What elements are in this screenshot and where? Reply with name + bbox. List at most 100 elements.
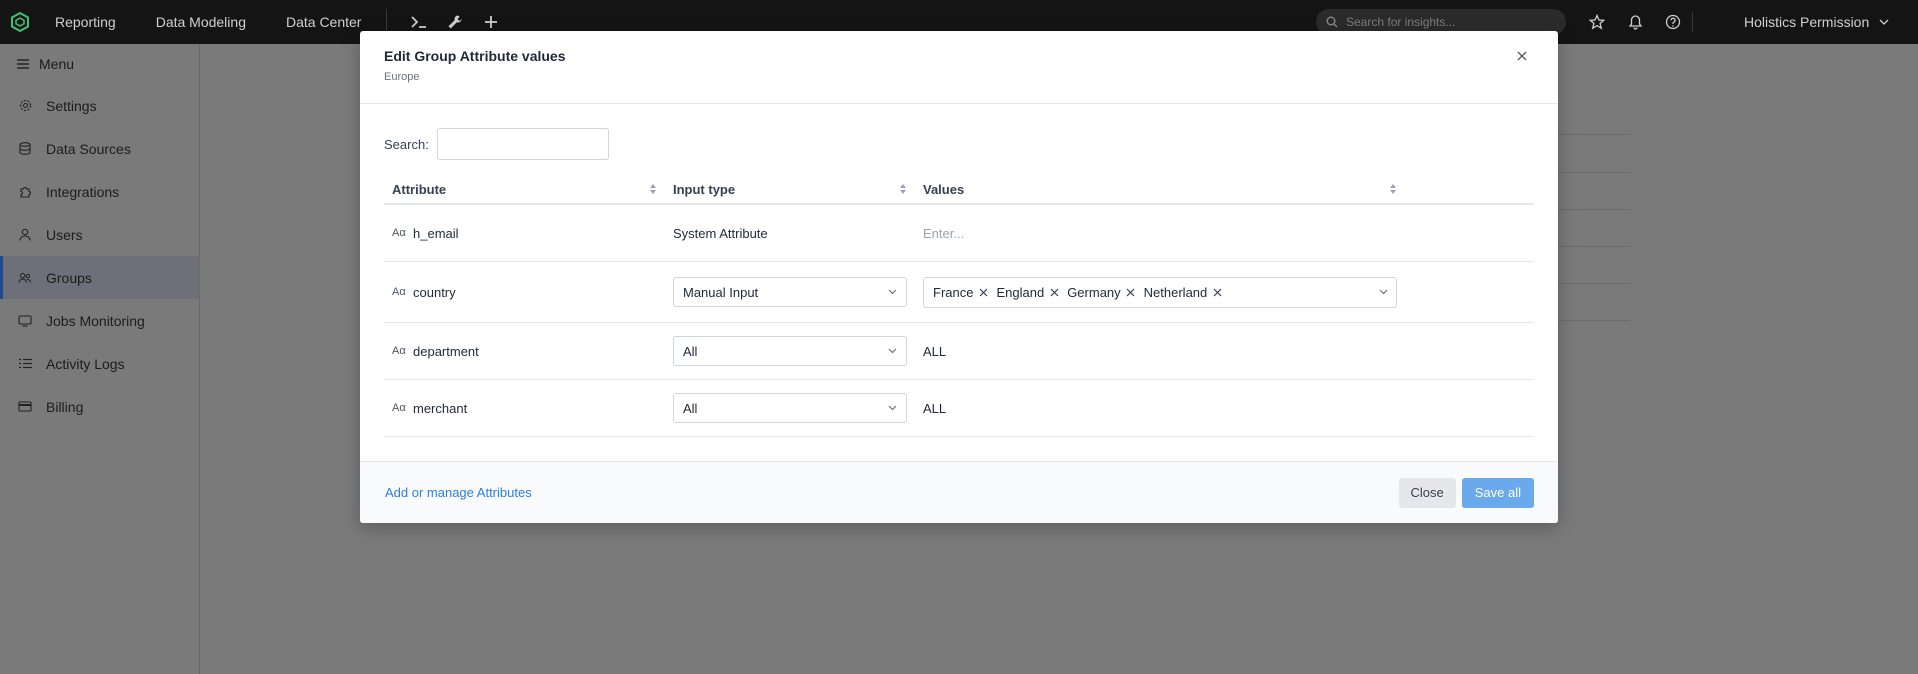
sort-icon — [650, 184, 656, 194]
value-tag: England — [996, 285, 1059, 300]
help-icon[interactable] — [1654, 0, 1692, 44]
workspace-name: Holistics Permission — [1744, 14, 1870, 30]
nav-data-modeling[interactable]: Data Modeling — [156, 14, 246, 30]
value-text: ALL — [923, 400, 947, 416]
sidebar-item-settings[interactable]: Settings — [0, 84, 199, 127]
sidebar-item-label: Users — [46, 226, 83, 243]
workspace-switcher[interactable]: Holistics Permission — [1744, 0, 1889, 44]
puzzle-icon — [18, 185, 32, 199]
table-row: Aα department All ALL — [384, 323, 1534, 380]
select-value: All — [683, 400, 698, 416]
text-type-icon: Aα — [392, 286, 406, 298]
attribute-name: department — [413, 343, 479, 359]
monitor-icon — [18, 314, 32, 328]
search-label: Search: — [384, 136, 429, 152]
table-row: Aα merchant All ALL — [384, 380, 1534, 437]
value-tag: France — [933, 285, 988, 300]
value-text: ALL — [923, 343, 947, 359]
value-tag: Netherland — [1144, 285, 1223, 300]
remove-tag-icon[interactable] — [1126, 287, 1136, 297]
remove-tag-icon[interactable] — [1212, 287, 1222, 297]
chevron-down-icon — [888, 405, 897, 411]
modal-subtitle: Europe — [384, 71, 420, 83]
table-header: Attribute Input type Values — [384, 175, 1534, 205]
sort-icon — [1390, 184, 1396, 194]
sidebar-item-label: Groups — [46, 269, 92, 286]
sort-icon — [900, 184, 906, 194]
sidebar-menu-toggle[interactable]: Menu — [0, 44, 199, 84]
attribute-name: country — [413, 284, 456, 300]
select-value: All — [683, 343, 698, 359]
close-button[interactable]: Close — [1398, 477, 1456, 508]
sidebar-item-activity-logs[interactable]: Activity Logs — [0, 342, 199, 385]
sidebar-item-groups[interactable]: Groups — [0, 256, 199, 299]
tag-label: England — [996, 284, 1045, 300]
remove-tag-icon[interactable] — [1049, 287, 1059, 297]
chevron-down-icon — [888, 289, 897, 295]
value-input[interactable]: Enter... — [923, 226, 964, 241]
chevron-down-icon[interactable] — [1379, 289, 1388, 295]
sidebar-item-data-sources[interactable]: Data Sources — [0, 127, 199, 170]
sidebar-item-integrations[interactable]: Integrations — [0, 170, 199, 213]
settings-sidebar: Menu Settings Data Sources Integrations … — [0, 44, 200, 674]
tag-label: Netherland — [1143, 284, 1208, 300]
input-type-select[interactable]: Manual Input — [673, 277, 907, 307]
column-header-values[interactable]: Values — [915, 174, 1405, 204]
input-type-select[interactable]: All — [673, 336, 907, 366]
save-all-button[interactable]: Save all — [1461, 477, 1534, 508]
holistics-logo-icon[interactable] — [0, 0, 40, 44]
chevron-down-icon — [1879, 19, 1889, 25]
sidebar-item-label: Billing — [46, 398, 84, 415]
sidebar-item-label: Integrations — [46, 183, 120, 200]
global-search-placeholder: Search for insights... — [1346, 15, 1456, 29]
column-header-input-type[interactable]: Input type — [665, 174, 915, 204]
sidebar-item-jobs-monitoring[interactable]: Jobs Monitoring — [0, 299, 199, 342]
input-type-text: System Attribute — [673, 225, 768, 241]
gear-icon — [18, 99, 32, 113]
nav-data-center[interactable]: Data Center — [286, 14, 361, 30]
close-icon[interactable] — [1514, 48, 1530, 64]
column-header-attribute[interactable]: Attribute — [384, 174, 665, 204]
modal-title: Edit Group Attribute values — [384, 48, 566, 64]
bell-icon[interactable] — [1616, 0, 1654, 44]
sidebar-item-billing[interactable]: Billing — [0, 385, 199, 428]
search-icon — [1326, 16, 1338, 28]
group-icon — [18, 271, 32, 285]
star-icon[interactable] — [1578, 0, 1616, 44]
top-divider — [1692, 12, 1693, 32]
text-type-icon: Aα — [392, 402, 406, 414]
attribute-name: merchant — [413, 400, 468, 416]
column-header-label: Values — [923, 181, 965, 197]
table-row: Aα country Manual Input France England G… — [384, 262, 1534, 323]
remove-tag-icon[interactable] — [978, 287, 988, 297]
sidebar-menu-label: Menu — [39, 56, 75, 72]
attribute-name: h_email — [413, 225, 459, 241]
list-icon — [18, 357, 32, 371]
modal-body: Search: Attribute Input type Values Aα h… — [360, 104, 1558, 461]
manage-attributes-link[interactable]: Add or manage Attributes — [385, 485, 532, 500]
tag-label: Germany — [1067, 284, 1121, 300]
text-type-icon: Aα — [392, 345, 406, 357]
select-value: Manual Input — [683, 284, 759, 300]
database-icon — [18, 142, 32, 156]
text-type-icon: Aα — [392, 227, 406, 239]
column-header-label: Attribute — [392, 181, 447, 197]
column-header-label: Input type — [673, 181, 736, 197]
sidebar-item-users[interactable]: Users — [0, 213, 199, 256]
sidebar-item-label: Settings — [46, 97, 97, 114]
values-multiselect[interactable]: France England Germany Netherland — [923, 276, 1397, 308]
tag-label: France — [933, 284, 974, 300]
hamburger-icon — [17, 59, 29, 69]
sidebar-item-label: Jobs Monitoring — [46, 312, 145, 329]
attribute-search-input[interactable] — [436, 128, 609, 160]
user-icon — [18, 228, 32, 242]
edit-group-attribute-modal: Edit Group Attribute values Europe Searc… — [360, 31, 1558, 523]
card-icon — [18, 400, 32, 414]
value-tag: Germany — [1067, 285, 1135, 300]
input-type-select[interactable]: All — [673, 393, 907, 423]
modal-header: Edit Group Attribute values Europe — [360, 31, 1558, 104]
attribute-table: Attribute Input type Values Aα h_email S… — [384, 175, 1534, 437]
table-row: Aα h_email System Attribute Enter... — [384, 205, 1534, 262]
nav-reporting[interactable]: Reporting — [55, 14, 116, 30]
sidebar-item-label: Data Sources — [46, 140, 131, 157]
